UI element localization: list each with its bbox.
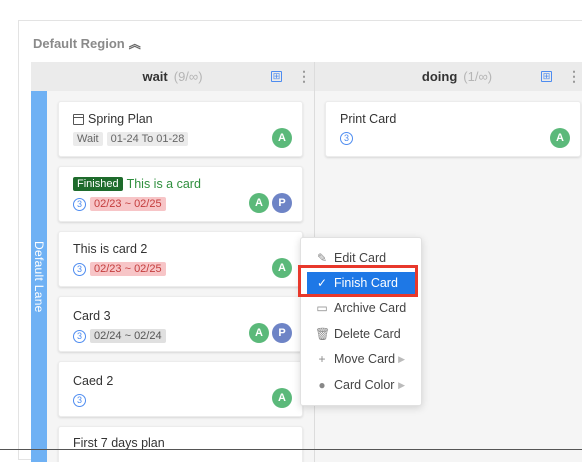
card-meta: 3 02/23 ~ 02/25 [73,262,166,276]
card-spring-plan[interactable]: Spring Plan Wait 01-24 To 01-28 A [58,101,303,157]
card-caed-2[interactable]: Caed 2 3 A [58,361,303,417]
card-meta: 3 [73,394,86,407]
card-context-menu: ✎ Edit Card ✓ Finish Card ▭ Archive Card… [300,237,422,406]
menu-item-label: Move Card [334,352,396,366]
column-count: (9/∞) [173,69,203,84]
menu-item-delete-card[interactable]: 🗑 Delete Card [307,323,417,345]
card-title: First 7 days plan [73,436,165,450]
region-header[interactable]: Default Region ︽ [33,35,141,52]
status-tag: Wait [73,132,103,146]
archive-icon: ▭ [316,301,328,315]
date-range-tag: 02/23 ~ 02/25 [90,262,166,276]
column-title: doing [421,69,458,84]
menu-item-archive-card[interactable]: ▭ Archive Card [307,297,417,319]
column-title: wait [142,69,168,84]
card-title: This is card 2 [73,242,148,256]
card-meta: 3 [340,132,353,145]
region-title: Default Region [33,36,125,51]
card-meta: 3 02/24 ~ 02/24 [73,329,166,343]
date-range-tag: 01-24 To 01-28 [106,132,189,146]
card-title-row: This is card 2 [73,242,147,256]
card-title-row: First 7 days plan [73,436,165,450]
avatar[interactable]: P [272,193,292,213]
column-count: (1/∞) [463,69,493,84]
card-card-3[interactable]: Card 3 3 02/24 ~ 02/24 A P [58,296,303,352]
priority-number: 3 [73,394,86,407]
more-options-icon[interactable]: ⋮ [567,68,581,85]
move-icon: + [318,352,326,366]
card-title: Caed 2 [73,374,114,388]
finished-badge: Finished [73,177,123,191]
edit-icon: ✎ [316,251,328,265]
card-avatars: A P [249,323,292,343]
card-avatars: A [550,128,570,148]
avatar[interactable]: P [272,323,292,343]
card-this-is-a-card[interactable]: Finished This is a card 3 02/23 ~ 02/25 … [58,166,303,222]
card-title-row: Caed 2 [73,374,113,388]
palette-icon: ● [318,378,326,392]
add-card-icon[interactable]: ⊞ [541,71,552,82]
avatar[interactable]: A [249,323,269,343]
submenu-arrow-icon: ▶ [398,379,405,390]
card-avatars: A P [249,193,292,213]
card-avatars: A [272,258,292,278]
menu-item-label: Archive Card [334,301,407,315]
card-title: Spring Plan [88,112,153,126]
priority-number: 3 [340,132,353,145]
card-title: Card 3 [73,309,111,323]
date-range-tag: 02/24 ~ 02/24 [90,329,166,343]
menu-item-move-card[interactable]: + Move Card ▶ [307,348,417,370]
lane-label: Default Lane [32,241,46,313]
more-options-icon[interactable]: ⋮ [297,68,311,85]
menu-item-label: Edit Card [334,251,387,265]
avatar[interactable]: A [272,388,292,408]
priority-number: 3 [73,262,86,276]
column-header-wait: wait (9/∞) ⊞ ⋮ [31,62,314,91]
card-this-is-card-2[interactable]: This is card 2 3 02/23 ~ 02/25 A [58,231,303,287]
avatar[interactable]: A [272,258,292,278]
lane-bar[interactable]: Default Lane [31,91,47,462]
add-card-icon[interactable]: ⊞ [271,71,282,82]
avatar[interactable]: A [249,193,269,213]
card-meta: 3 02/23 ~ 02/25 [73,197,166,211]
menu-item-card-color[interactable]: ● Card Color ▶ [307,374,417,396]
priority-number: 3 [73,197,86,211]
card-title-row: Print Card [340,112,396,126]
card-title: This is a card [126,177,201,191]
card-avatars: A [272,128,292,148]
card-meta: Wait 01-24 To 01-28 [73,132,189,146]
card-title: Print Card [340,112,397,126]
menu-item-label: Card Color [334,378,395,392]
date-range-tag: 02/23 ~ 02/25 [90,197,166,211]
menu-item-label: Delete Card [334,327,401,341]
card-print-card[interactable]: Print Card 3 A [325,101,581,157]
trash-icon: 🗑 [315,327,331,341]
highlight-box [298,265,418,297]
card-title-row: Finished This is a card [73,177,201,191]
card-first-7-days-plan[interactable]: First 7 days plan [58,426,303,462]
card-avatars: A [272,388,292,408]
avatar[interactable]: A [550,128,570,148]
priority-number: 3 [73,329,86,343]
double-chevron-up-icon[interactable]: ︽ [129,35,141,52]
submenu-arrow-icon: ▶ [398,353,405,364]
card-title-row: Card 3 [73,309,111,323]
column-header-doing: doing (1/∞) ⊞ ⋮ [315,62,582,91]
calendar-icon [73,113,84,125]
card-title-row: Spring Plan [73,112,153,126]
avatar[interactable]: A [272,128,292,148]
